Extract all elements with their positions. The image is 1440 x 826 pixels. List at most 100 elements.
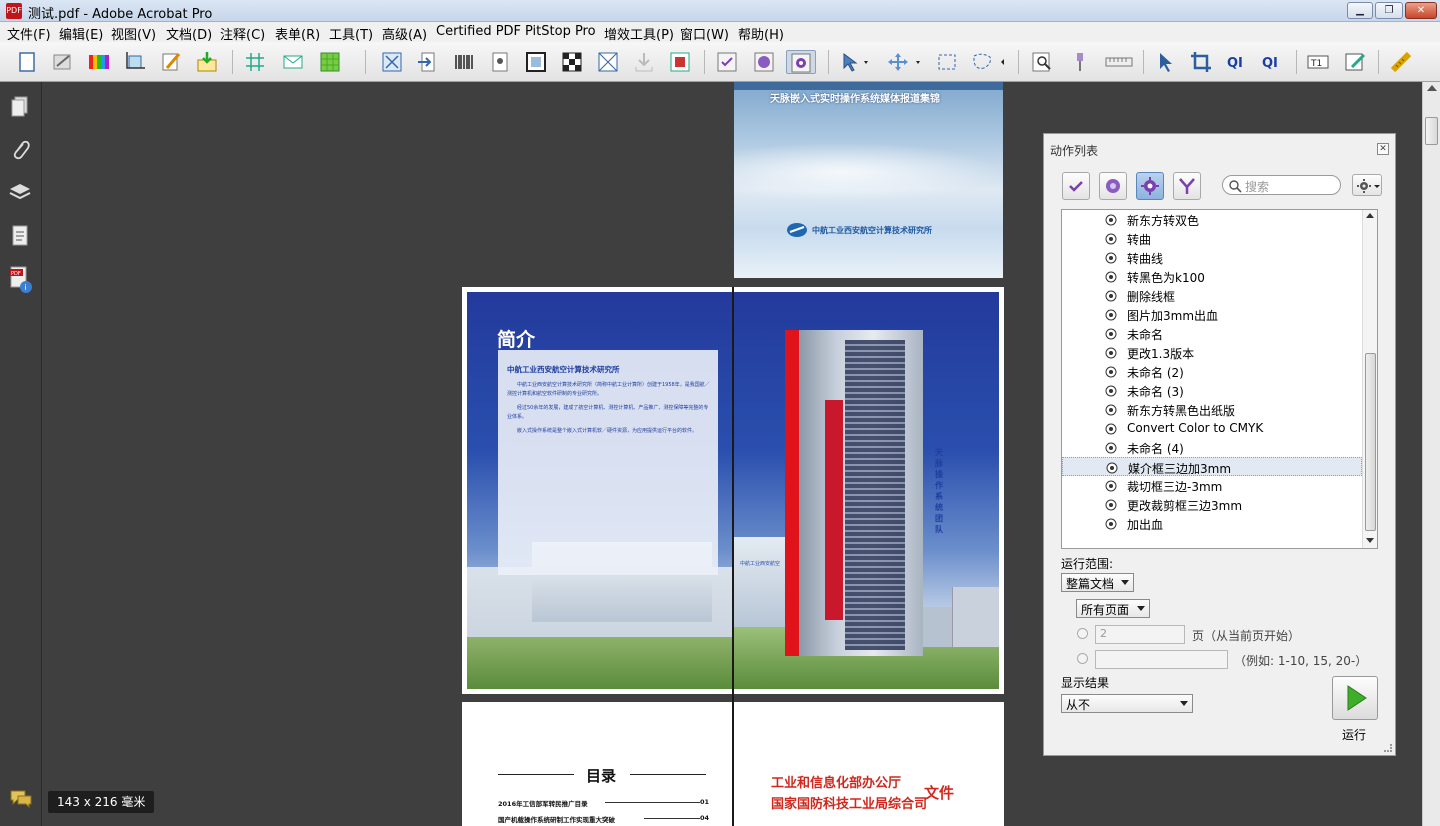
color-bars-icon[interactable]	[87, 50, 111, 74]
q4-icon[interactable]: QI	[1261, 50, 1285, 74]
list-item[interactable]: 加出血	[1062, 514, 1362, 533]
edit-icon[interactable]	[159, 50, 183, 74]
pdf-info-icon[interactable]: PDF i	[9, 265, 32, 295]
menu-file[interactable]: 文件(F)	[7, 24, 51, 43]
run-button[interactable]	[1332, 676, 1378, 720]
list-item[interactable]: 未命名	[1062, 324, 1362, 343]
image-icon[interactable]	[488, 50, 512, 74]
close-button[interactable]: ✕	[1405, 2, 1437, 19]
layers-icon[interactable]	[9, 181, 31, 205]
frame-icon[interactable]	[524, 50, 548, 74]
toc-entry[interactable]: 国产机载操作系统研制工作实现重大突破 04	[498, 814, 709, 824]
list-scroll-down-icon[interactable]	[1366, 538, 1374, 543]
resize-grip[interactable]	[1384, 744, 1392, 752]
mail-icon[interactable]	[281, 50, 305, 74]
move-icon[interactable]	[884, 50, 922, 74]
menu-tools[interactable]: 工具(T)	[329, 24, 373, 43]
menu-plugins[interactable]: 增效工具(P)	[604, 24, 674, 43]
globe-icon[interactable]	[1099, 172, 1127, 200]
list-scrollbar[interactable]	[1362, 210, 1377, 548]
crop-icon[interactable]	[123, 50, 147, 74]
gear-menu-icon[interactable]	[1352, 174, 1382, 196]
menu-forms[interactable]: 表单(R)	[275, 24, 320, 43]
menu-window[interactable]: 窗口(W)	[680, 24, 729, 43]
download-icon[interactable]	[632, 50, 656, 74]
maximize-button[interactable]: ❐	[1375, 2, 1403, 19]
page-count-field[interactable]: 2	[1095, 625, 1185, 644]
list-item[interactable]: 未命名 (4)	[1062, 438, 1362, 457]
measure-icon[interactable]	[1389, 50, 1413, 74]
page-range-field[interactable]	[1095, 650, 1228, 669]
show-result-select[interactable]: 从不	[1061, 694, 1193, 713]
arrow-icon[interactable]	[416, 50, 440, 74]
barcode-icon[interactable]	[452, 50, 476, 74]
menu-help[interactable]: 帮助(H)	[738, 24, 784, 43]
page-box-icon[interactable]	[15, 50, 39, 74]
pages-icon[interactable]	[9, 95, 31, 119]
list-item[interactable]: 未命名 (3)	[1062, 381, 1362, 400]
pin-icon[interactable]	[1068, 50, 1092, 74]
crop-page-icon[interactable]	[1189, 50, 1213, 74]
scroll-up-icon[interactable]	[1427, 85, 1437, 91]
vertical-scrollbar[interactable]	[1422, 82, 1440, 826]
pattern-icon[interactable]	[318, 50, 342, 74]
pointer-icon[interactable]	[1153, 50, 1177, 74]
list-scroll-thumb[interactable]	[1365, 353, 1376, 531]
lasso-icon[interactable]	[968, 50, 1008, 74]
gear-icon[interactable]	[1136, 172, 1164, 200]
page-range-radio[interactable]	[1077, 653, 1088, 664]
scroll-thumb[interactable]	[1425, 117, 1438, 145]
menu-document[interactable]: 文档(D)	[166, 24, 212, 43]
grid-icon[interactable]	[243, 50, 267, 74]
globe-icon[interactable]	[752, 50, 776, 74]
zoom-icon[interactable]	[1030, 50, 1054, 74]
list-item[interactable]: 更改裁剪框三边3mm	[1062, 495, 1362, 514]
checker-icon[interactable]	[560, 50, 584, 74]
list-item[interactable]: 转曲线	[1062, 248, 1362, 267]
scope-select[interactable]: 整篇文档	[1061, 573, 1134, 592]
gear-action-icon[interactable]	[786, 50, 816, 74]
export-icon[interactable]	[195, 50, 219, 74]
ruler-icon[interactable]	[1104, 50, 1134, 74]
list-item[interactable]: Convert Color to CMYK	[1062, 419, 1362, 438]
pages-select[interactable]: 所有页面	[1076, 599, 1150, 618]
stamp-icon[interactable]	[668, 50, 692, 74]
list-scroll-up-icon[interactable]	[1366, 213, 1374, 218]
trim-icon[interactable]	[596, 50, 620, 74]
note-icon[interactable]	[1343, 50, 1367, 74]
list-item[interactable]: 未命名 (2)	[1062, 362, 1362, 381]
preflight-icon[interactable]	[380, 50, 404, 74]
qi-icon[interactable]: QI	[1225, 50, 1249, 74]
minimize-button[interactable]: ▁	[1347, 2, 1373, 19]
action-list[interactable]: 新东方转双色 转曲 转曲线 转黑色为k100 删除线框 图片加3mm出血 未命名…	[1061, 209, 1378, 549]
paperclip-icon[interactable]	[9, 138, 31, 162]
list-item[interactable]: 图片加3mm出血	[1062, 305, 1362, 324]
action-list-icon[interactable]	[715, 50, 739, 74]
menu-certified-pdf[interactable]: Certified PDF	[436, 24, 521, 39]
menu-pitstop[interactable]: PitStop Pro	[525, 24, 596, 39]
signatures-icon[interactable]	[9, 224, 31, 248]
filter-icon[interactable]	[1173, 172, 1201, 200]
menu-comments[interactable]: 注释(C)	[220, 24, 265, 43]
menu-edit[interactable]: 编辑(E)	[59, 24, 103, 43]
list-item[interactable]: 更改1.3版本	[1062, 343, 1362, 362]
checkmark-icon[interactable]	[1062, 172, 1090, 200]
close-icon[interactable]: ✕	[1377, 143, 1389, 155]
list-item-selected[interactable]: 媒介框三边加3mm	[1062, 457, 1362, 476]
list-item[interactable]: 新东方转黑色出纸版	[1062, 400, 1362, 419]
page-count-radio[interactable]	[1077, 628, 1088, 639]
text-icon[interactable]: T1	[1306, 50, 1330, 74]
list-item[interactable]: 裁切框三边-3mm	[1062, 476, 1362, 495]
flatten-icon[interactable]	[51, 50, 75, 74]
select-arrow-icon[interactable]	[838, 50, 872, 74]
comments-icon[interactable]	[9, 787, 32, 811]
list-item[interactable]: 转曲	[1062, 229, 1362, 248]
list-item[interactable]: 新东方转双色	[1062, 210, 1362, 229]
list-item[interactable]: 删除线框	[1062, 286, 1362, 305]
search-input[interactable]: 搜索	[1222, 175, 1341, 195]
menu-advanced[interactable]: 高级(A)	[382, 24, 427, 43]
list-item[interactable]: 转黑色为k100	[1062, 267, 1362, 286]
toc-entry[interactable]: 2016年工信部军转民推广目录 01	[498, 798, 709, 808]
menu-view[interactable]: 视图(V)	[111, 24, 156, 43]
rect-select-icon[interactable]	[935, 50, 959, 74]
